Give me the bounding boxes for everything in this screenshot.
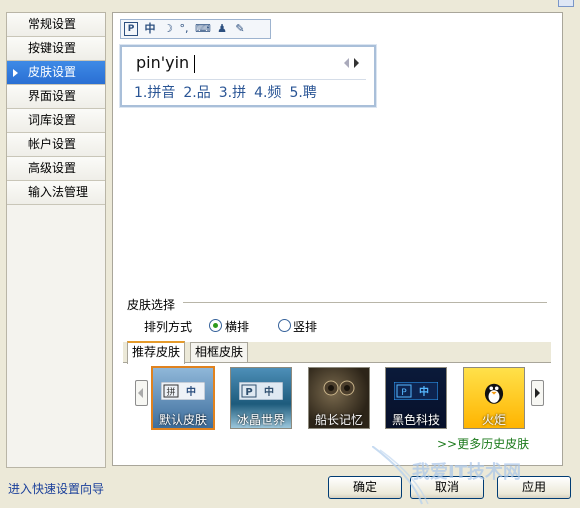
svg-text:拼: 拼 — [166, 386, 175, 398]
sidebar-item-label: 帐户设置 — [28, 137, 77, 151]
sidebar-item-advanced[interactable]: 高级设置 — [7, 157, 105, 181]
chevron-right-icon — [535, 388, 540, 398]
vertical-radio[interactable] — [278, 319, 291, 332]
layout-label: 排列方式 — [144, 320, 193, 334]
sidebar-item-label: 输入法管理 — [28, 185, 89, 199]
sidebar-item-label: 高级设置 — [28, 161, 77, 175]
skin-caption: 冰晶世界 — [236, 413, 285, 427]
sidebar-item-keys[interactable]: 按键设置 — [7, 37, 105, 61]
page-next-icon — [354, 58, 359, 68]
candidate-item: 2.品 — [183, 85, 211, 101]
horizontal-radio[interactable] — [209, 319, 222, 332]
moon-icon: ☽ — [163, 22, 173, 35]
candidate-item: 1.拼音 — [134, 85, 176, 101]
settings-sidebar: 常规设置 按键设置 皮肤设置 界面设置 词库设置 帐户设置 高级设置 输入法管理 — [6, 12, 106, 468]
scroll-left-button[interactable] — [135, 380, 148, 406]
skin-thumb-default[interactable]: 拼 中 默认皮肤 — [151, 366, 215, 430]
quick-setup-wizard-link[interactable]: 进入快速设置向导 — [8, 480, 104, 497]
skin-section-title: 皮肤选择 — [127, 298, 176, 312]
section-divider — [183, 302, 547, 303]
skin-tabs: 推荐皮肤 相框皮肤 — [123, 341, 551, 364]
skin-thumb-ice[interactable]: P 中 冰晶世界 — [230, 367, 292, 429]
svg-text:中: 中 — [419, 385, 429, 398]
skin-thumb-captain[interactable]: 船长记忆 — [308, 367, 370, 429]
candidate-item: 4.频 — [254, 85, 282, 101]
skin-caption: 黑色科技 — [391, 413, 440, 427]
user-icon: ♟ — [217, 22, 227, 35]
sidebar-item-interface[interactable]: 界面设置 — [7, 85, 105, 109]
sidebar-item-label: 词库设置 — [28, 113, 77, 127]
skin-settings-panel: P 中 ☽ °, ⌨ ♟ ✎ pin'yin 1.拼音 2.品 3.拼 4.频 5.聘 … — [112, 12, 563, 466]
svg-text:P: P — [401, 388, 407, 398]
svg-text:P: P — [245, 387, 252, 398]
chevron-left-icon — [138, 388, 143, 398]
composition-text: pin'yin — [136, 53, 190, 72]
candidate-window-preview: pin'yin 1.拼音 2.品 3.拼 4.频 5.聘 — [120, 45, 376, 107]
window-close-button[interactable] — [558, 0, 574, 7]
sidebar-item-account[interactable]: 帐户设置 — [7, 133, 105, 157]
sidebar-item-general[interactable]: 常规设置 — [7, 13, 105, 37]
selected-arrow-icon — [13, 69, 18, 77]
svg-text:中: 中 — [186, 385, 196, 398]
ime-logo-icon: P — [124, 22, 138, 36]
skin-caption: 船长记忆 — [314, 413, 363, 427]
vertical-radio-label[interactable]: 竖排 — [293, 318, 317, 335]
chinese-mode-icon: 中 — [144, 22, 156, 35]
scroll-right-button[interactable] — [531, 380, 544, 406]
horizontal-radio-label[interactable]: 横排 — [225, 318, 249, 335]
skin-thumb-torch[interactable]: 火炬 — [463, 367, 525, 429]
skin-caption: 火炬 — [481, 413, 506, 427]
sidebar-item-ime-manager[interactable]: 输入法管理 — [7, 181, 105, 205]
skin-thumb-black-tech[interactable]: P 中 黑色科技 — [385, 367, 447, 429]
penguin-mascot-icon — [484, 383, 504, 404]
keyboard-icon: ⌨ — [195, 22, 211, 35]
skin-preview-icon: P 中 — [394, 382, 438, 400]
sidebar-item-dictionary[interactable]: 词库设置 — [7, 109, 105, 133]
candidate-list: 1.拼音 2.品 3.拼 4.频 5.聘 — [134, 82, 325, 102]
sidebar-item-label: 按键设置 — [28, 41, 77, 55]
tab-frame-skins[interactable]: 相框皮肤 — [190, 342, 249, 362]
svg-text:中: 中 — [264, 385, 274, 398]
sidebar-item-label: 常规设置 — [28, 17, 77, 31]
camera-illustration-icon — [323, 380, 355, 396]
skin-preview-icon: P 中 — [239, 382, 283, 400]
punctuation-icon: °, — [179, 22, 189, 35]
divider — [130, 79, 366, 80]
tab-recommended-skins[interactable]: 推荐皮肤 — [127, 341, 186, 364]
skin-preview-icon: 拼 中 — [161, 382, 205, 400]
candidate-item: 3.拼 — [218, 85, 247, 101]
wrench-icon: ✎ — [235, 22, 245, 35]
ime-status-bar-preview: P 中 ☽ °, ⌨ ♟ ✎ — [120, 19, 271, 39]
candidate-item: 5.聘 — [289, 85, 317, 101]
skin-caption: 默认皮肤 — [158, 413, 207, 427]
sidebar-item-skin[interactable]: 皮肤设置 — [7, 61, 105, 85]
page-prev-icon — [344, 58, 349, 68]
text-caret — [194, 55, 195, 73]
sidebar-item-label: 皮肤设置 — [28, 65, 77, 79]
sidebar-item-label: 界面设置 — [28, 89, 77, 103]
watermark-text: 我爱IT技术网 — [412, 462, 521, 483]
